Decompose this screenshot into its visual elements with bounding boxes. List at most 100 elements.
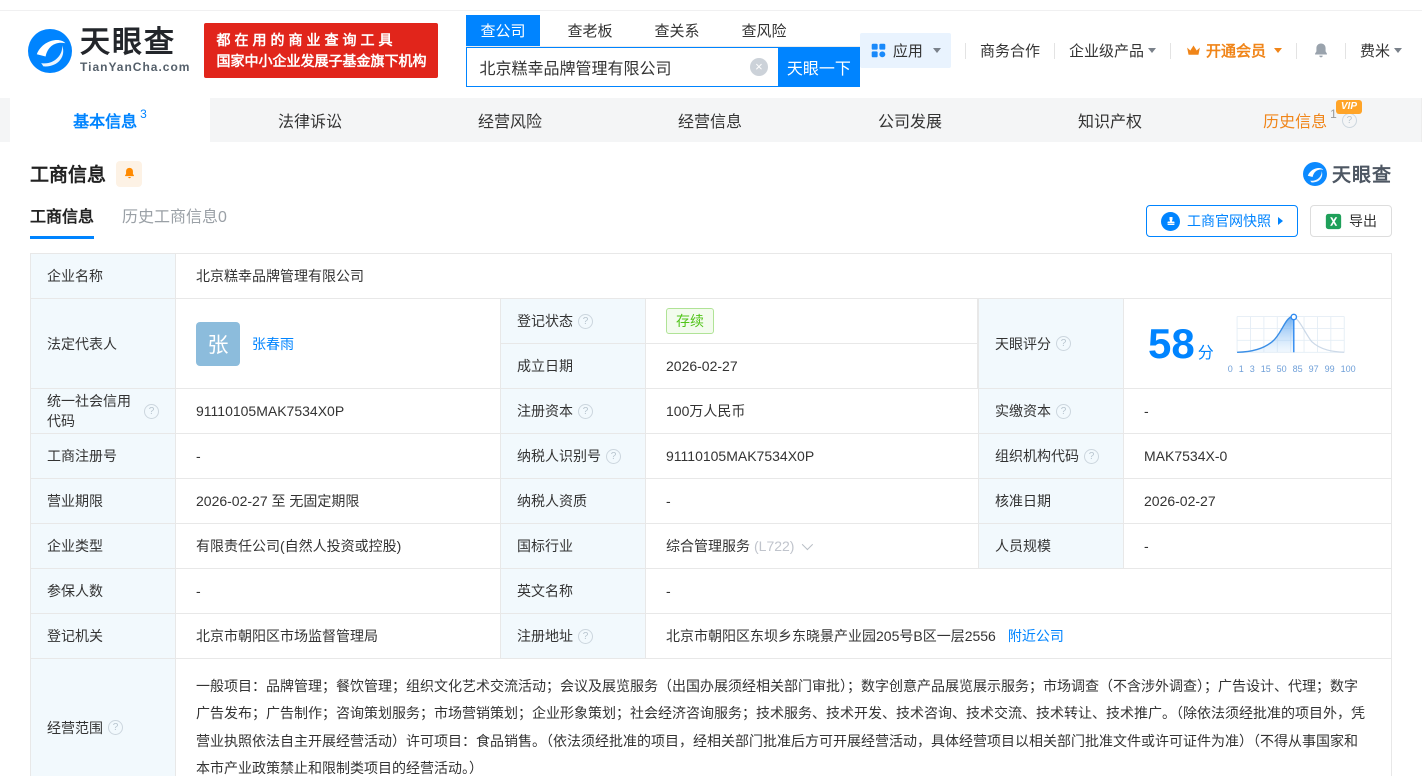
tab-history-info[interactable]: VIP 历史信息 1 — [1210, 98, 1410, 142]
help-icon[interactable] — [1084, 449, 1099, 464]
help-icon[interactable] — [578, 404, 593, 419]
legal-rep-label: 法定代表人 — [31, 299, 176, 388]
reg-no-value: - — [176, 434, 501, 478]
export-label: 导出 — [1349, 211, 1377, 231]
help-icon[interactable] — [108, 720, 123, 735]
help-icon[interactable] — [1342, 113, 1357, 128]
axis-tick: 99 — [1325, 364, 1335, 374]
biz-term-label: 营业期限 — [31, 479, 176, 523]
watermark-text: 天眼查 — [1332, 160, 1392, 187]
tab-basic-info[interactable]: 基本信息 3 — [10, 98, 210, 142]
help-icon[interactable] — [144, 404, 159, 419]
tab-intellectual-property[interactable]: 知识产权 — [1010, 98, 1210, 142]
subtab-history-business-info[interactable]: 历史工商信息0 — [122, 203, 227, 239]
search-tab-relation[interactable]: 查关系 — [641, 15, 714, 46]
apps-label: 应用 — [893, 40, 923, 61]
table-row: 登记机关 北京市朝阳区市场监督管理局 注册地址 北京市朝阳区东坝乡东晓景产业园2… — [31, 613, 1391, 658]
search-tab-company[interactable]: 查公司 — [466, 15, 539, 46]
help-icon[interactable] — [1056, 404, 1071, 419]
arrow-right-icon — [1278, 217, 1283, 225]
tab-label: 经营信息 — [678, 108, 742, 132]
help-icon[interactable] — [1056, 336, 1071, 351]
tab-label: 历史信息 — [1263, 108, 1327, 132]
score-chart-axis: 0131550859799100 — [1228, 364, 1356, 374]
chevron-down-icon[interactable] — [802, 539, 813, 550]
table-row: 参保人数 - 英文名称 - — [31, 568, 1391, 613]
scope-value: 一般项目：品牌管理；餐饮管理；组织文化艺术交流活动；会议及展览服务（出国办展须经… — [176, 659, 1391, 776]
help-icon[interactable] — [578, 629, 593, 644]
tab-label: 基本信息 — [73, 108, 137, 132]
tab-company-development[interactable]: 公司发展 — [810, 98, 1010, 142]
snapshot-label: 工商官网快照 — [1187, 211, 1271, 231]
company-tabbar: 基本信息 3 法律诉讼 经营风险 经营信息 公司发展 知识产权 VIP 历史信息… — [0, 98, 1422, 142]
uscc-value: 91110105MAK7534X0P — [176, 389, 501, 433]
insured-value: - — [176, 569, 501, 613]
chevron-down-icon — [933, 48, 941, 53]
axis-tick: 85 — [1293, 364, 1303, 374]
table-row: 营业期限 2026-02-27 至 无固定期限 纳税人资质 - 核准日期 202… — [31, 478, 1391, 523]
company-name-label: 企业名称 — [31, 254, 176, 298]
nav-vip[interactable]: 开通会员 — [1185, 40, 1282, 61]
business-info-table: 企业名称 北京糕幸品牌管理有限公司 法定代表人 张 张春雨 登记状态 存续 — [30, 253, 1392, 776]
address-value: 北京市朝阳区东坝乡东晓景产业园205号B区一层2556 附近公司 — [646, 614, 1391, 658]
clear-search-icon[interactable]: × — [750, 58, 768, 76]
score-distribution-chart: 0131550859799100 — [1228, 313, 1356, 374]
org-code-label: 组织机构代码 — [979, 434, 1124, 478]
approval-date-value: 2026-02-27 — [1124, 479, 1391, 523]
help-icon[interactable] — [606, 449, 621, 464]
nav-cooperation[interactable]: 商务合作 — [980, 40, 1040, 61]
industry-label: 国标行业 — [501, 524, 646, 568]
reg-capital-value: 100万人民币 — [646, 389, 979, 433]
nearby-companies-link[interactable]: 附近公司 — [1008, 626, 1064, 646]
apps-menu[interactable]: 应用 — [860, 33, 951, 68]
help-icon[interactable] — [578, 314, 593, 329]
org-code-value: MAK7534X-0 — [1124, 434, 1391, 478]
username: 费米 — [1360, 40, 1390, 61]
slogan-line1: 都在用的商业查询工具 — [216, 30, 426, 50]
section-header: 工商信息 天眼查 — [30, 160, 1392, 187]
biz-term-value: 2026-02-27 至 无固定期限 — [176, 479, 501, 523]
official-snapshot-button[interactable]: 工商官网快照 — [1146, 205, 1298, 237]
chevron-down-icon — [1394, 48, 1402, 53]
search-button[interactable]: 天眼一下 — [778, 47, 860, 87]
subtab-row: 工商信息 历史工商信息0 工商官网快照 导出 — [30, 203, 1392, 239]
apps-grid-icon — [870, 42, 887, 59]
tab-label: 公司发展 — [878, 108, 942, 132]
legal-rep-link[interactable]: 张春雨 — [252, 334, 294, 354]
user-menu[interactable]: 费米 — [1360, 40, 1402, 61]
tax-qual-label: 纳税人资质 — [501, 479, 646, 523]
slogan-line2: 国家中小企业发展子基金旗下机构 — [216, 51, 426, 71]
reg-no-label: 工商注册号 — [31, 434, 176, 478]
tab-operation-info[interactable]: 经营信息 — [610, 98, 810, 142]
crown-icon — [1185, 42, 1202, 59]
tab-legal[interactable]: 法律诉讼 — [210, 98, 410, 142]
tab-operation-risk[interactable]: 经营风险 — [410, 98, 610, 142]
nav-enterprise[interactable]: 企业级产品 — [1069, 40, 1156, 61]
subscribe-bell-icon[interactable] — [116, 161, 142, 187]
notification-bell-icon[interactable] — [1311, 41, 1331, 61]
paid-capital-label: 实缴资本 — [979, 389, 1124, 433]
score-marker — [1291, 314, 1296, 319]
avatar[interactable]: 张 — [196, 322, 240, 366]
search-tab-boss[interactable]: 查老板 — [554, 15, 627, 46]
tianyancha-logo[interactable]: 天眼查 TianYanCha.com — [28, 28, 190, 74]
table-row: 经营范围 一般项目：品牌管理；餐饮管理；组织文化艺术交流活动；会议及展览服务（出… — [31, 658, 1391, 776]
scope-label: 经营范围 — [31, 659, 176, 776]
search-input[interactable] — [466, 47, 777, 87]
status-date-group: 登记状态 存续 成立日期 2026-02-27 — [501, 299, 979, 388]
top-nav: 应用 商务合作 企业级产品 开通会员 费米 — [860, 33, 1402, 68]
vip-label: 开通会员 — [1206, 40, 1266, 61]
table-row: 统一社会信用代码 91110105MAK7534X0P 注册资本 100万人民币… — [31, 388, 1391, 433]
divider — [965, 43, 966, 59]
brand-domain: TianYanCha.com — [80, 60, 190, 74]
company-type-value: 有限责任公司(自然人投资或控股) — [176, 524, 501, 568]
approval-date-label: 核准日期 — [979, 479, 1124, 523]
axis-tick: 15 — [1261, 364, 1271, 374]
subtab-label: 历史工商信息 — [122, 209, 218, 226]
export-button[interactable]: 导出 — [1310, 205, 1392, 237]
reg-capital-label: 注册资本 — [501, 389, 646, 433]
axis-tick: 0 — [1228, 364, 1233, 374]
table-subrow: 成立日期 2026-02-27 — [501, 343, 978, 388]
search-tab-risk[interactable]: 查风险 — [728, 15, 801, 46]
subtab-business-info[interactable]: 工商信息 — [30, 203, 94, 239]
